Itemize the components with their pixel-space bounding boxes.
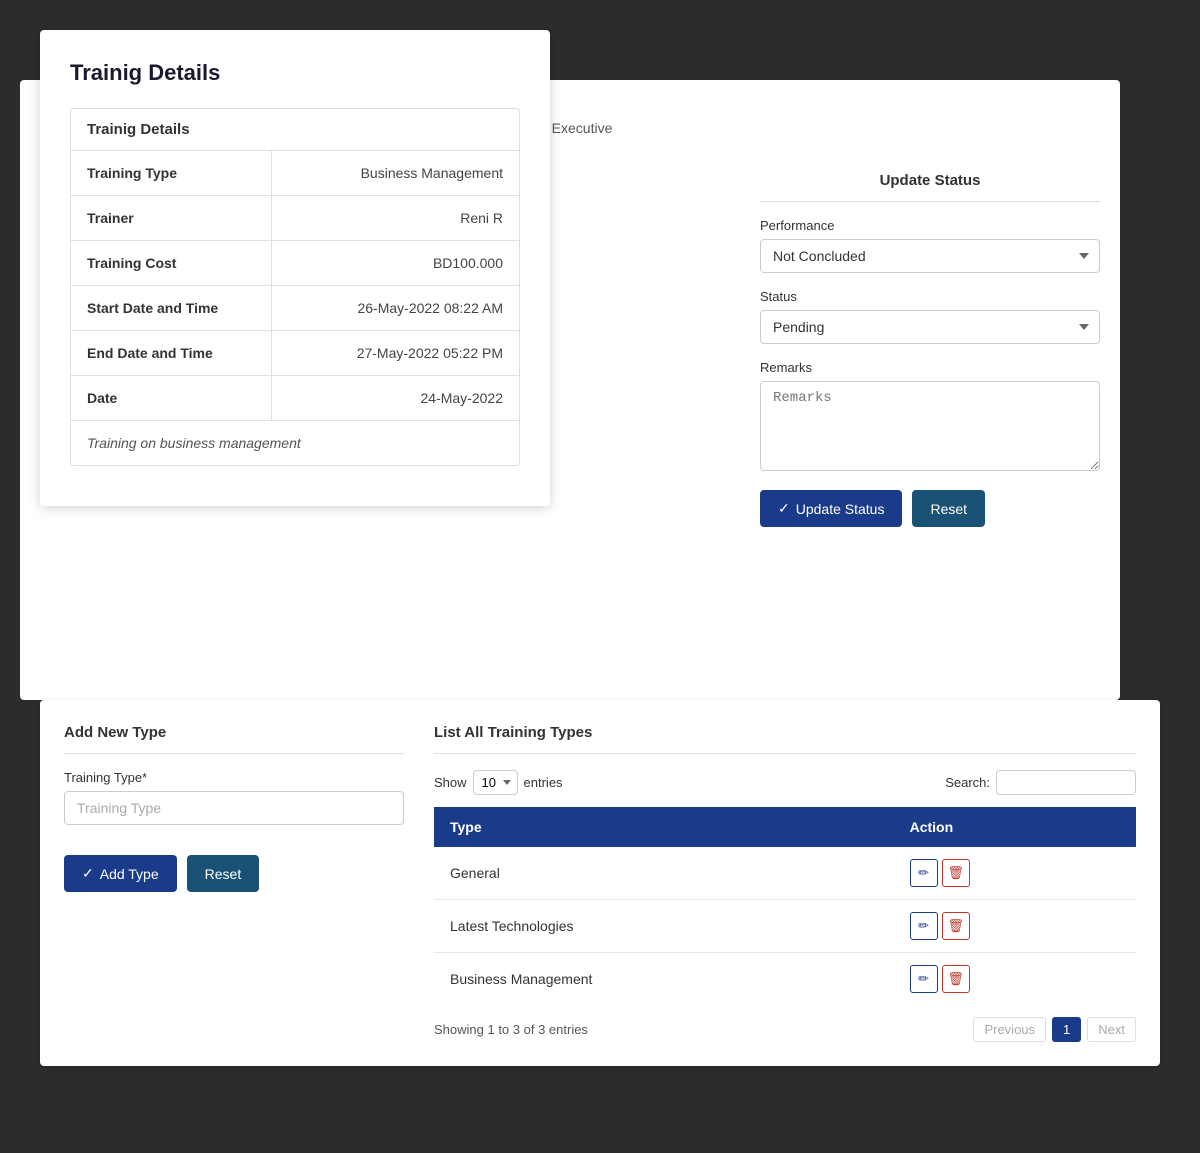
prev-page-button[interactable]: Previous xyxy=(973,1017,1046,1042)
list-item: General ✏ 🗑 xyxy=(434,847,1136,900)
edit-button[interactable]: ✏ xyxy=(910,965,938,993)
action-cell: ✏ 🗑 xyxy=(894,847,1136,900)
remarks-label: Remarks xyxy=(760,360,1100,375)
performance-group: Performance Not Concluded Concluded In P… xyxy=(760,218,1100,273)
add-type-button[interactable]: ✓ Add Type xyxy=(64,855,177,892)
delete-button[interactable]: 🗑 xyxy=(942,859,970,887)
list-panel: List All Training Types Show 10 25 50 en… xyxy=(434,724,1136,1042)
details-table: Training TypeBusiness ManagementTrainerR… xyxy=(71,151,519,420)
table-controls: Show 10 25 50 entries Search: xyxy=(434,770,1136,795)
row-label: End Date and Time xyxy=(71,331,271,376)
check-icon-add: ✓ xyxy=(82,865,94,882)
inner-box-header: Trainig Details xyxy=(71,109,519,151)
table-row: Training CostBD100.000 xyxy=(71,241,519,286)
status-label: Status xyxy=(760,289,1100,304)
training-details-card: Trainig Details Trainig Details Training… xyxy=(40,30,550,506)
row-label: Training Type xyxy=(71,151,271,196)
type-name: Latest Technologies xyxy=(434,900,894,953)
table-row: TrainerReni R xyxy=(71,196,519,241)
status-select[interactable]: Pending Completed Cancelled xyxy=(760,310,1100,344)
check-icon: ✓ xyxy=(778,500,790,517)
next-page-button[interactable]: Next xyxy=(1087,1017,1136,1042)
delete-button[interactable]: 🗑 xyxy=(942,965,970,993)
performance-select[interactable]: Not Concluded Concluded In Progress xyxy=(760,239,1100,273)
add-type-panel-title: Add New Type xyxy=(64,724,404,754)
row-value: 27-May-2022 05:22 PM xyxy=(271,331,519,376)
list-item: Latest Technologies ✏ 🗑 xyxy=(434,900,1136,953)
col-type: Type xyxy=(434,807,894,847)
row-label: Start Date and Time xyxy=(71,286,271,331)
update-status-title: Update Status xyxy=(760,160,1100,202)
showing-text: Showing 1 to 3 of 3 entries xyxy=(434,1022,588,1037)
row-label: Training Cost xyxy=(71,241,271,286)
card-title: Trainig Details xyxy=(70,60,520,86)
remarks-textarea[interactable] xyxy=(760,381,1100,471)
table-row: End Date and Time27-May-2022 05:22 PM xyxy=(71,331,519,376)
page-1-button[interactable]: 1 xyxy=(1052,1017,1081,1042)
training-type-input[interactable] xyxy=(64,791,404,825)
search-box: Search: xyxy=(945,770,1136,795)
row-label: Date xyxy=(71,376,271,421)
table-row: Date24-May-2022 xyxy=(71,376,519,421)
reset-update-button[interactable]: Reset xyxy=(912,490,985,527)
search-input[interactable] xyxy=(996,770,1136,795)
status-group: Status Pending Completed Cancelled xyxy=(760,289,1100,344)
edit-button[interactable]: ✏ xyxy=(910,859,938,887)
update-status-panel: Update Status Performance Not Concluded … xyxy=(760,160,1100,527)
add-type-buttons: ✓ Add Type Reset xyxy=(64,855,404,892)
bottom-section: Add New Type Training Type* ✓ Add Type R… xyxy=(40,700,1160,1066)
search-label: Search: xyxy=(945,775,990,790)
row-value: BD100.000 xyxy=(271,241,519,286)
row-value: 24-May-2022 xyxy=(271,376,519,421)
col-action: Action xyxy=(894,807,1136,847)
training-types-table: Type Action General ✏ 🗑 Latest Technolog… xyxy=(434,807,1136,1005)
type-name: Business Management xyxy=(434,953,894,1006)
description-text: Training on business management xyxy=(71,420,519,465)
performance-label: Performance xyxy=(760,218,1100,233)
row-value: Reni R xyxy=(271,196,519,241)
row-value: 26-May-2022 08:22 AM xyxy=(271,286,519,331)
table-row: Start Date and Time26-May-2022 08:22 AM xyxy=(71,286,519,331)
entries-select[interactable]: 10 25 50 xyxy=(473,770,518,795)
action-cell: ✏ 🗑 xyxy=(894,900,1136,953)
row-label: Trainer xyxy=(71,196,271,241)
training-type-label: Training Type* xyxy=(64,770,404,785)
table-row: Training TypeBusiness Management xyxy=(71,151,519,196)
edit-button[interactable]: ✏ xyxy=(910,912,938,940)
reset-add-button[interactable]: Reset xyxy=(187,855,260,892)
add-type-panel: Add New Type Training Type* ✓ Add Type R… xyxy=(64,724,404,1042)
delete-button[interactable]: 🗑 xyxy=(942,912,970,940)
remarks-group: Remarks xyxy=(760,360,1100,474)
type-name: General xyxy=(434,847,894,900)
update-status-button[interactable]: ✓ Update Status xyxy=(760,490,902,527)
action-cell: ✏ 🗑 xyxy=(894,953,1136,1006)
table-footer: Showing 1 to 3 of 3 entries Previous 1 N… xyxy=(434,1017,1136,1042)
inner-box: Trainig Details Training TypeBusiness Ma… xyxy=(70,108,520,466)
pagination: Previous 1 Next xyxy=(973,1017,1136,1042)
row-value: Business Management xyxy=(271,151,519,196)
list-item: Business Management ✏ 🗑 xyxy=(434,953,1136,1006)
table-header-row: Type Action xyxy=(434,807,1136,847)
update-status-buttons: ✓ Update Status Reset xyxy=(760,490,1100,527)
show-entries: Show 10 25 50 entries xyxy=(434,770,563,795)
list-panel-title: List All Training Types xyxy=(434,724,1136,754)
employee-label: g Executive xyxy=(540,120,1200,136)
